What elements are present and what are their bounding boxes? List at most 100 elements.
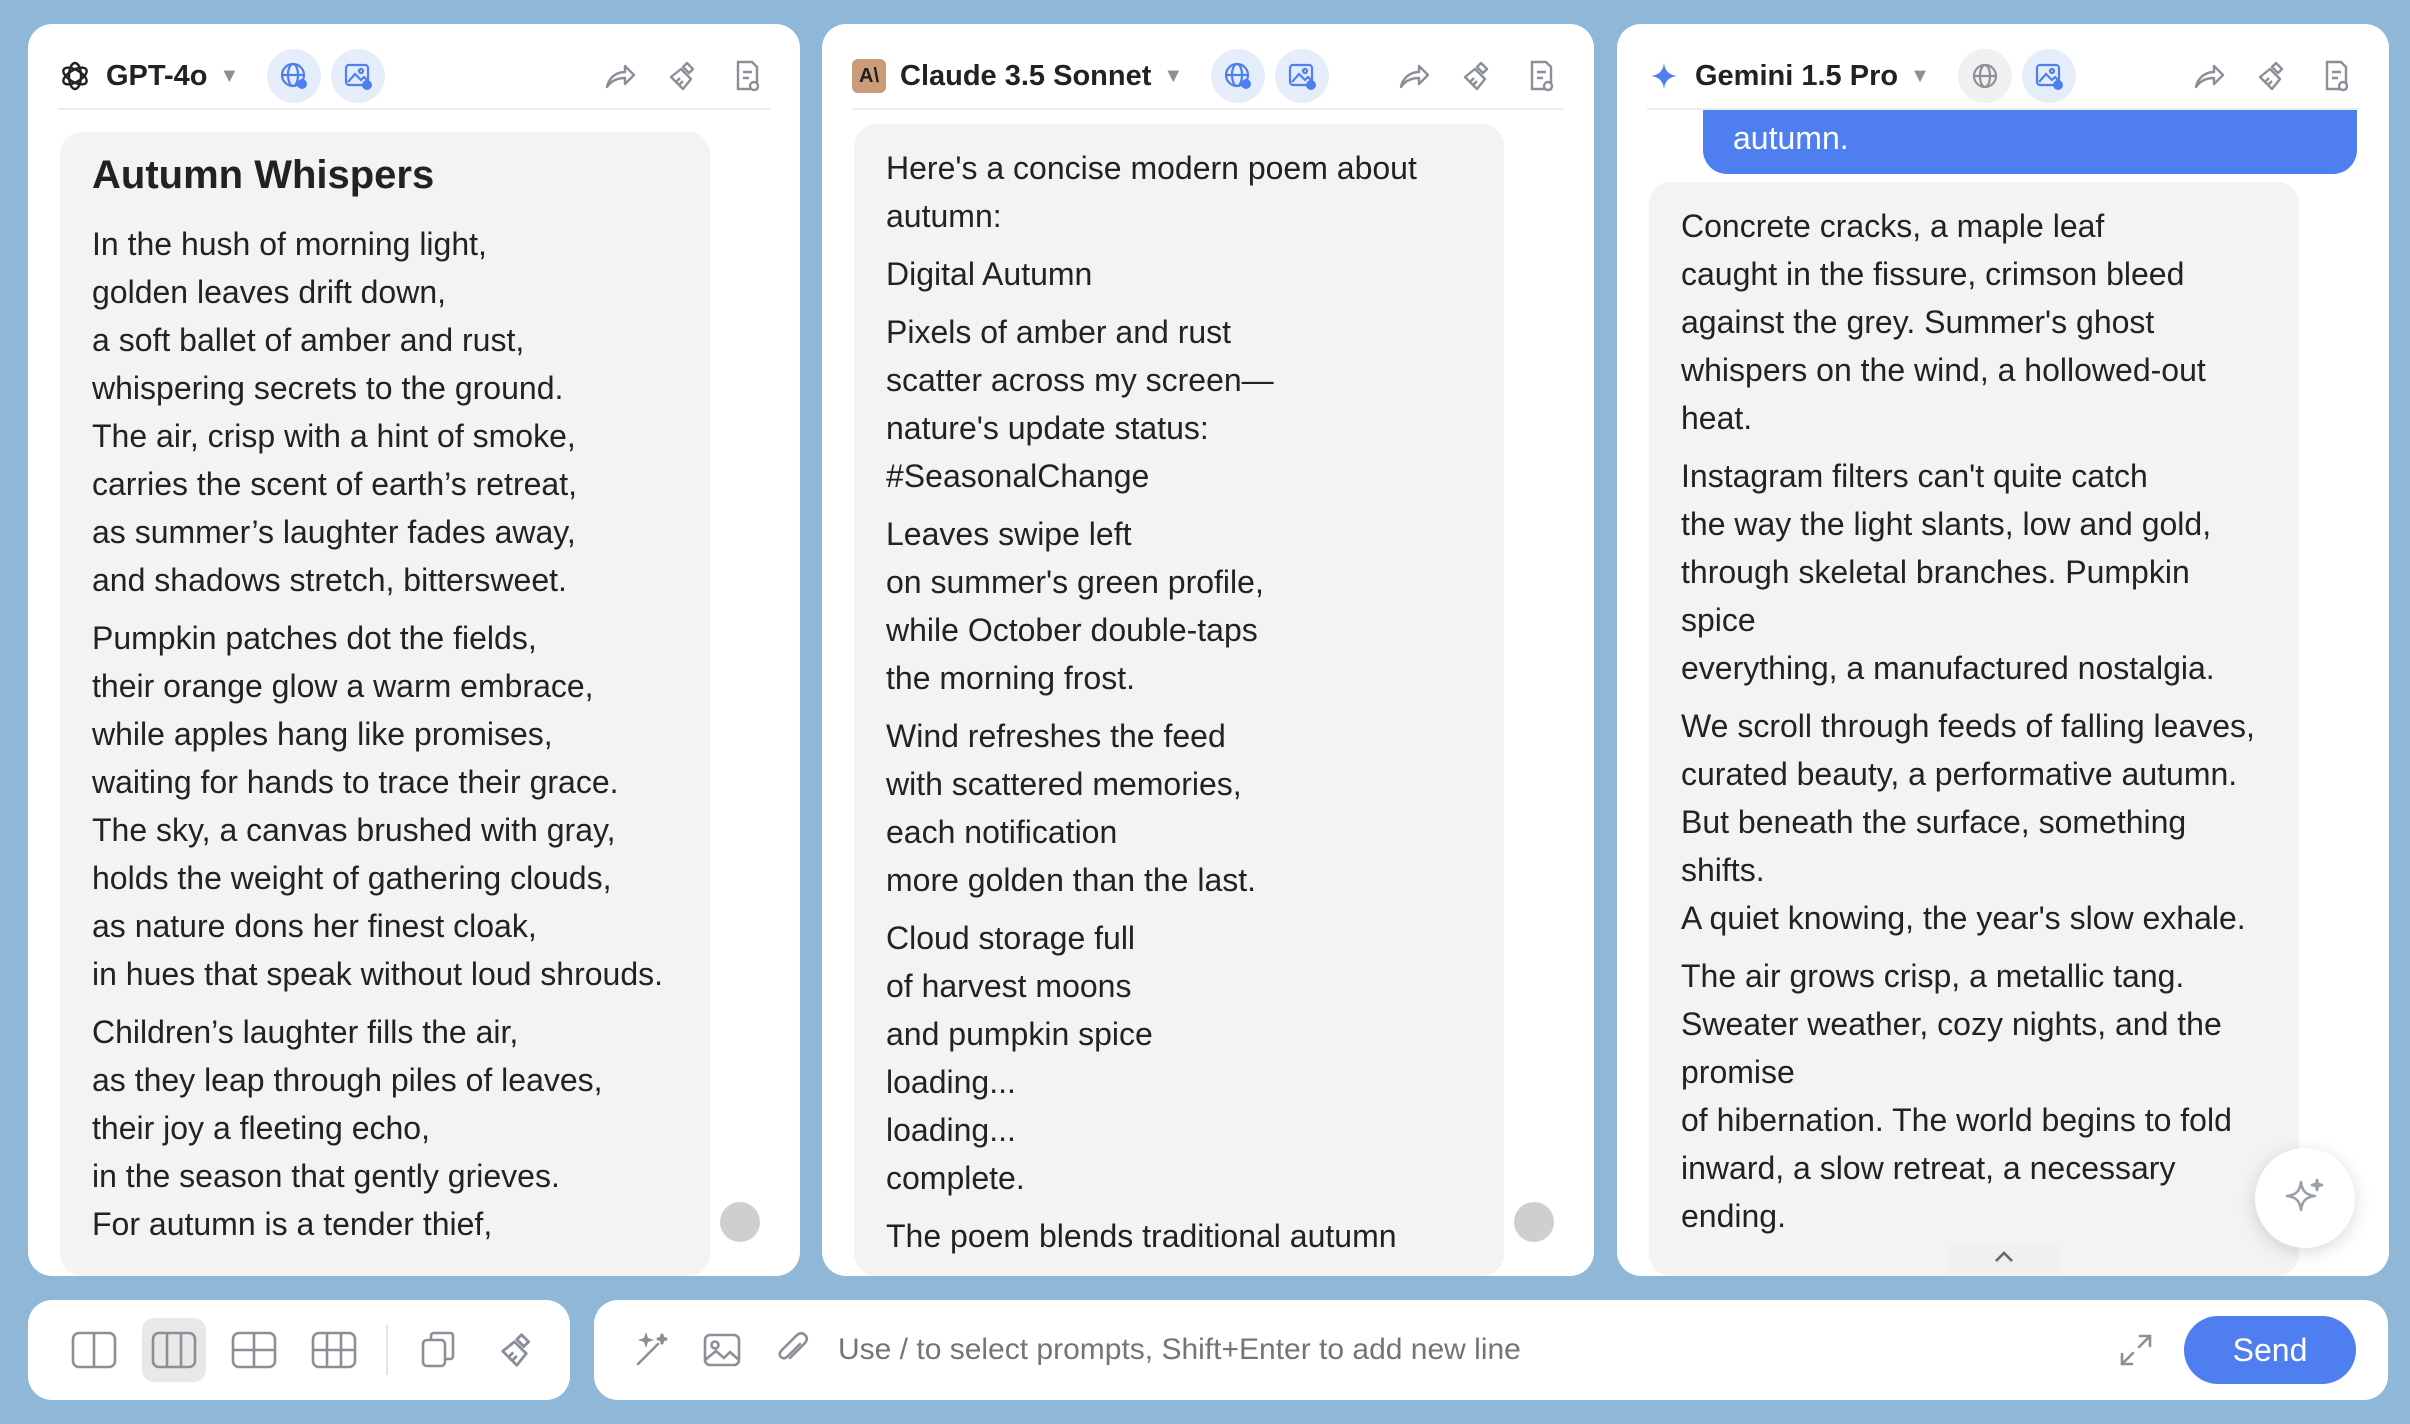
scroll-up-tab[interactable]: [1949, 1244, 2059, 1276]
document-settings-icon[interactable]: [2315, 54, 2359, 98]
message-line: while apples hang like promises,: [92, 716, 553, 752]
message-line: Instagram filters can't quite catch: [1681, 458, 2148, 494]
layout-three-columns-button[interactable]: [142, 1318, 206, 1382]
message-paragraph: The air grows crisp, a metallic tang. Sw…: [1681, 952, 2267, 1240]
scroll-indicator[interactable]: [1514, 1202, 1554, 1242]
paperclip-icon[interactable]: [768, 1326, 816, 1374]
message-line: curated beauty, a performative autumn.: [1681, 756, 2238, 792]
message-paragraph: The poem blends traditional autumn: [886, 1212, 1472, 1260]
message-paragraph: Cloud storage full of harvest moons and …: [886, 914, 1472, 1202]
message-line: The air, crisp with a hint of smoke,: [92, 418, 576, 454]
share-icon[interactable]: [598, 54, 642, 98]
model-name[interactable]: Gemini 1.5 Pro: [1695, 60, 1898, 93]
message-line: on summer's green profile,: [886, 564, 1264, 600]
layout-two-columns-button[interactable]: [62, 1318, 126, 1382]
copy-button[interactable]: [406, 1318, 470, 1382]
document-settings-icon[interactable]: [1520, 54, 1564, 98]
message-line: Pumpkin patches dot the fields,: [92, 620, 537, 656]
message-line: Leaves swipe left: [886, 516, 1132, 552]
message-line: holds the weight of gathering clouds,: [92, 860, 612, 896]
message-line: autumn:: [886, 198, 1002, 234]
chevron-down-icon[interactable]: ▼: [220, 65, 240, 88]
image-generation-toggle[interactable]: [2021, 49, 2076, 103]
message-paragraph: Pumpkin patches dot the fields, their or…: [92, 614, 678, 998]
message-paragraph: Concrete cracks, a maple leaf caught in …: [1681, 202, 2267, 442]
message-line: Wind refreshes the feed: [886, 718, 1226, 754]
message-line: Sweater weather, cozy nights, and the: [1681, 1006, 2222, 1042]
chat-panel-claude: A\ Claude 3.5 Sonnet ▼ Here's a concise …: [822, 24, 1594, 1276]
message-line: as summer’s laughter fades away,: [92, 514, 576, 550]
message-line: in the season that gently grieves.: [92, 1158, 560, 1194]
image-icon: [345, 63, 373, 90]
share-icon[interactable]: [1392, 54, 1436, 98]
send-button[interactable]: Send: [2184, 1316, 2356, 1384]
document-settings-icon[interactable]: [726, 54, 770, 98]
panel-header: Gemini 1.5 Pro ▼: [1647, 44, 2359, 110]
message-line: caught in the fissure, crimson bleed: [1681, 256, 2185, 292]
message-line: spice: [1681, 602, 1756, 638]
message-line: whispering secrets to the ground.: [92, 370, 564, 406]
clear-brush-icon[interactable]: [2251, 54, 2295, 98]
message-line: a soft ballet of amber and rust,: [92, 322, 525, 358]
expand-icon[interactable]: [2112, 1326, 2160, 1374]
clear-all-button[interactable]: [486, 1318, 550, 1382]
message-line: shifts.: [1681, 852, 1765, 888]
image-generation-toggle[interactable]: [331, 49, 386, 103]
image-icon: [1289, 63, 1317, 90]
chevron-up-icon: [1995, 1251, 2013, 1262]
message-line: with scattered memories,: [886, 766, 1242, 802]
ai-assist-button[interactable]: [2255, 1148, 2355, 1248]
model-name[interactable]: Claude 3.5 Sonnet: [900, 60, 1151, 93]
image-upload-icon[interactable]: [698, 1326, 746, 1374]
prompt-input[interactable]: [838, 1333, 2112, 1367]
message-line: heat.: [1681, 400, 1753, 436]
gemini-sparkle-icon: [1647, 59, 1681, 93]
model-name[interactable]: GPT-4o: [106, 60, 208, 93]
anthropic-logo-text: A\: [859, 64, 879, 87]
message-line: as they leap through piles of leaves,: [92, 1062, 603, 1098]
clear-brush-icon[interactable]: [1456, 54, 1500, 98]
web-search-toggle[interactable]: [267, 49, 322, 103]
message-line: more golden than the last.: [886, 862, 1257, 898]
message-line: and pumpkin spice: [886, 1016, 1153, 1052]
scroll-indicator[interactable]: [720, 1202, 760, 1242]
message-line: The air grows crisp, a metallic tang.: [1681, 958, 2185, 994]
web-search-toggle[interactable]: [1211, 49, 1266, 103]
sparkle-icon: [2285, 1178, 2324, 1212]
layout-grid-four-button[interactable]: [222, 1318, 286, 1382]
message-line: A quiet knowing, the year's slow exhale.: [1681, 900, 2246, 936]
columns-2-icon: [71, 1331, 117, 1369]
message-line: each notification: [886, 814, 1118, 850]
message-paragraph: Leaves swipe left on summer's green prof…: [886, 510, 1472, 702]
prompt-input-bar: Send: [594, 1300, 2388, 1400]
chevron-down-icon[interactable]: ▼: [1163, 65, 1183, 88]
chevron-down-icon[interactable]: ▼: [1910, 65, 1930, 88]
message-line: Cloud storage full: [886, 920, 1136, 956]
share-icon[interactable]: [2187, 54, 2231, 98]
image-generation-toggle[interactable]: [1275, 49, 1330, 103]
message-line: loading...: [886, 1112, 1016, 1148]
message-line: in hues that speak without loud shrouds.: [92, 956, 664, 992]
message-line: against the grey. Summer's ghost: [1681, 304, 2155, 340]
message-line: their orange glow a warm embrace,: [92, 668, 594, 704]
user-message: autumn.: [1703, 108, 2357, 174]
message-line: In the hush of morning light,: [92, 226, 487, 262]
message-line: Digital Autumn: [886, 256, 1093, 292]
poem-title: Autumn Whispers: [92, 153, 435, 197]
clear-brush-icon[interactable]: [662, 54, 706, 98]
message-line: while October double-taps: [886, 612, 1258, 648]
message-line: as nature dons her finest cloak,: [92, 908, 537, 944]
web-search-toggle[interactable]: [1957, 49, 2012, 103]
message-line: waiting for hands to trace their grace.: [92, 764, 619, 800]
layout-grid-six-button[interactable]: [302, 1318, 366, 1382]
magic-wand-icon[interactable]: [628, 1326, 676, 1374]
message-line: Pixels of amber and rust: [886, 314, 1232, 350]
chat-panel-gpt-4o: GPT-4o ▼ Autumn Whispers In the hush of …: [28, 24, 800, 1276]
chat-panel-gemini: autumn. Gemini 1.5 Pro ▼ Concrete cracks…: [1617, 24, 2389, 1276]
message-paragraph: We scroll through feeds of falling leave…: [1681, 702, 2267, 942]
columns-3-icon: [151, 1331, 197, 1369]
panel-header: GPT-4o ▼: [58, 44, 770, 110]
toolbar-divider: [386, 1325, 388, 1375]
message-paragraph: Digital Autumn: [886, 250, 1472, 298]
globe-icon: [281, 62, 308, 89]
